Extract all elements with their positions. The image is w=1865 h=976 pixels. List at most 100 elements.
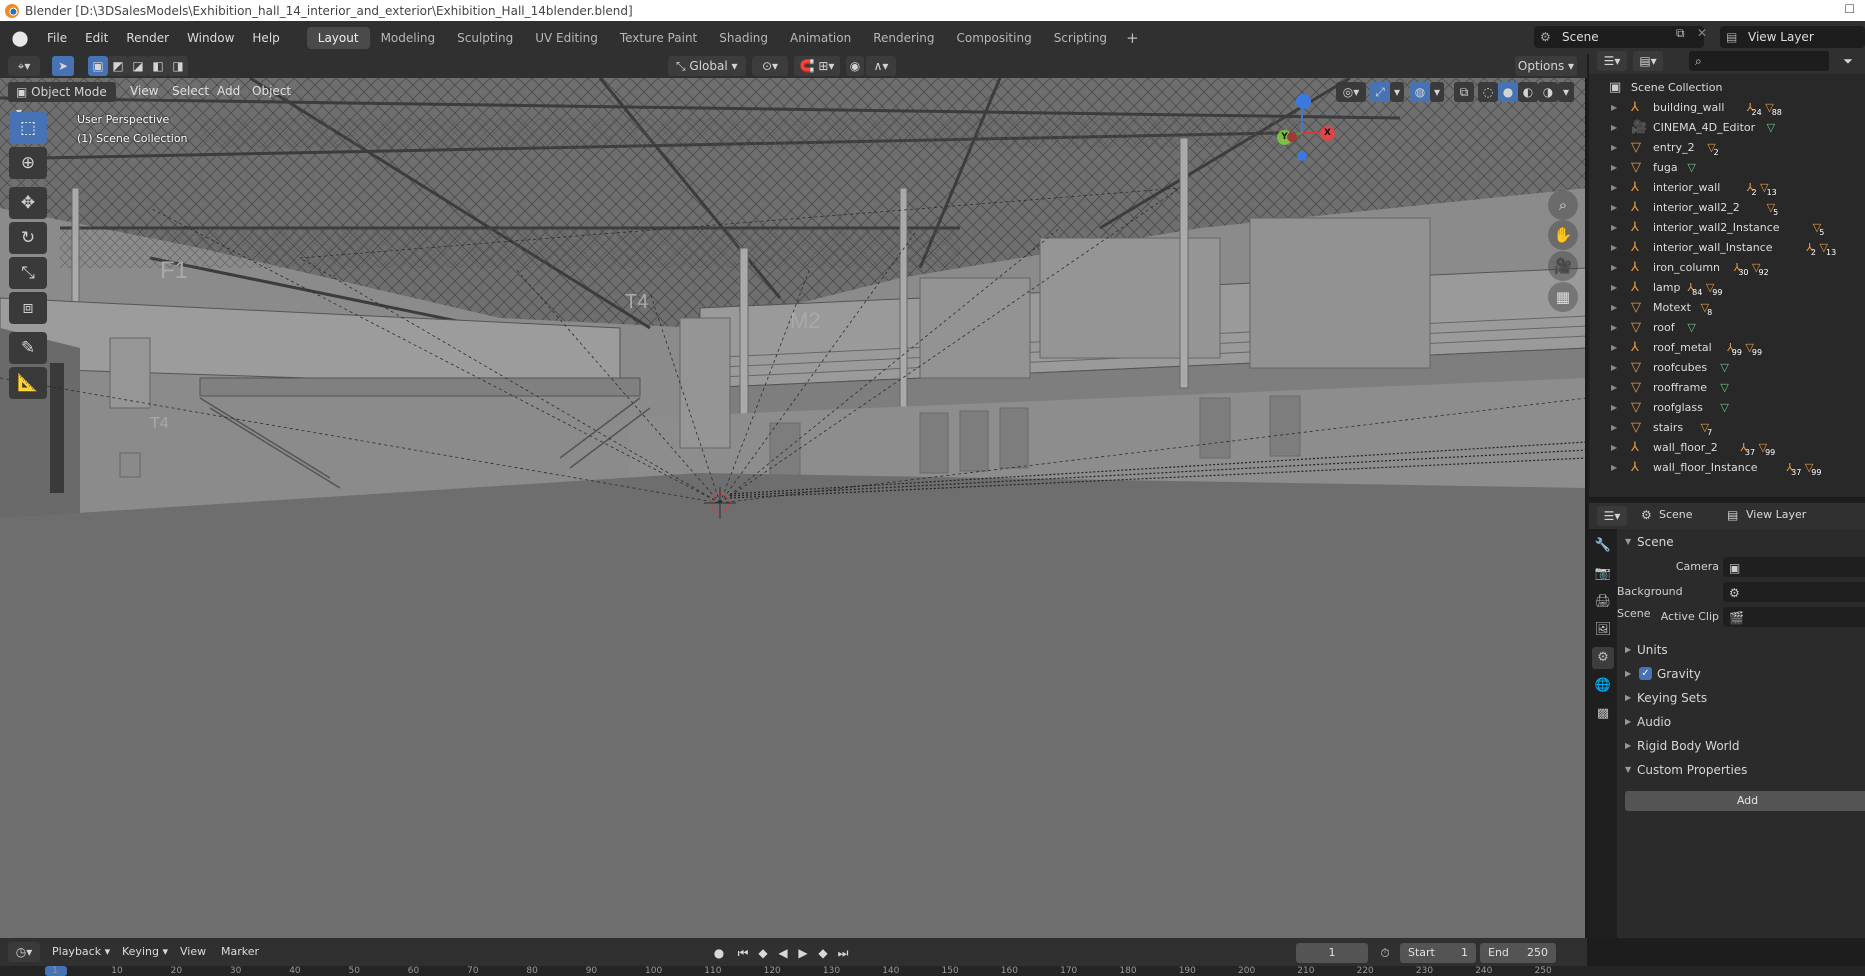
editor-type-icon[interactable]: ⌖▾ [8,56,40,76]
expand-arrow-icon[interactable]: ▶ [1611,198,1617,218]
outliner-item[interactable]: ▶ ⅄ wall_floor_Instance ⅄37 ▽99 [1589,458,1865,478]
outliner-item[interactable]: ▶ ⅄ interior_wall2_2 ▽5 [1589,198,1865,218]
expand-arrow-icon[interactable]: ▶ [1611,178,1617,198]
ortho-grid-icon[interactable]: ▦ [1548,282,1578,312]
camera-view-icon[interactable]: 🎥 [1548,251,1578,281]
scene-props-icon[interactable]: ⚙ [1592,647,1614,669]
custom-properties-section[interactable]: ▼ Custom Properties [1617,759,1865,781]
wireframe-shading-icon[interactable]: ◌ [1478,82,1498,102]
select-box-icon[interactable]: ⬚ [9,112,47,144]
filter-icon[interactable]: ⏷ [1837,51,1859,71]
transform-tool-icon[interactable]: ⧈ [9,292,47,324]
expand-arrow-icon[interactable]: ▶ [1611,98,1617,118]
outliner-item[interactable]: ▶ ⅄ iron_column ⅄30 ▽92 [1589,258,1865,278]
child-badges[interactable]: ▽5 [1767,198,1779,219]
child-badges[interactable]: ⅄37 ▽99 [1786,458,1821,479]
expand-arrow-icon[interactable]: ▶ [1611,138,1617,158]
gizmo-z-icon[interactable] [1296,94,1311,109]
tab-texture-paint[interactable]: Texture Paint [609,27,708,49]
rotate-tool-icon[interactable]: ↻ [9,222,47,254]
outliner-item[interactable]: ▶ ▽ Motext ▽8 [1589,298,1865,318]
record-icon[interactable]: ● [710,944,728,962]
expand-arrow-icon[interactable]: ▶ [1611,458,1617,478]
child-badges[interactable]: ▽7 [1701,418,1713,439]
viewport-menu-view[interactable]: View [130,82,158,100]
measure-tool-icon[interactable]: 📐 [9,367,47,399]
current-frame-field[interactable]: 1 [1296,943,1368,963]
outliner-root[interactable]: ▣ Scene Collection [1589,78,1865,98]
stopwatch-icon[interactable]: ⏱ [1376,944,1394,962]
select-mode-subtract-icon[interactable]: ◪ [128,56,148,76]
expand-arrow-icon[interactable]: ▶ [1611,318,1617,338]
zoom-icon[interactable]: ⌕ [1548,190,1578,220]
output-props-icon[interactable]: 🖨 [1592,591,1614,613]
outliner-item[interactable]: ▶ ⅄ lamp ⅄84 ▽99 [1589,278,1865,298]
tab-layout[interactable]: Layout [306,26,370,49]
display-mode-icon[interactable]: ▤▾ [1633,51,1663,71]
outliner-item[interactable]: ▶ ▽ roof ▽ [1589,318,1865,338]
viewport-menu-add[interactable]: Add [217,82,240,100]
play-reverse-icon[interactable]: ◀ [774,944,792,962]
tab-compositing[interactable]: Compositing [945,27,1042,49]
menu-file[interactable]: File [38,27,76,49]
expand-arrow-icon[interactable]: ▶ [1611,398,1617,418]
solid-shading-icon[interactable]: ● [1498,82,1518,102]
add-property-button[interactable]: Add [1625,791,1865,811]
keying-sets-section[interactable]: ▶ Keying Sets [1617,687,1865,709]
start-frame-field[interactable]: Start 1 [1400,943,1476,963]
outliner-item[interactable]: ▶ ⅄ wall_floor_2 ⅄37 ▽99 [1589,438,1865,458]
material-shading-icon[interactable]: ◐ [1518,82,1538,102]
timeline-menu-view[interactable]: View [180,944,206,960]
child-badges[interactable]: ⅄37 ▽99 [1740,438,1775,459]
3d-viewport[interactable]: F1 T4 T4 M2 X Y [0,78,1587,938]
outliner-item[interactable]: ▶ ▽ fuga ▽ [1589,158,1865,178]
expand-arrow-icon[interactable]: ▶ [1611,378,1617,398]
outliner-item[interactable]: ▶ ⅄ building_wall ⅄24 ▽88 [1589,98,1865,118]
expand-arrow-icon[interactable]: ▶ [1611,278,1617,298]
cursor-tool-icon[interactable]: ⊕ [9,147,47,179]
child-badges[interactable]: ▽2 [1707,138,1719,159]
expand-arrow-icon[interactable]: ▶ [1611,438,1617,458]
expand-arrow-icon[interactable]: ▶ [1611,118,1617,138]
visibility-icon[interactable]: ◎▾ [1336,82,1366,102]
child-badges[interactable]: ⅄24 ▽88 [1747,98,1782,119]
child-badges[interactable]: ▽ [1687,158,1695,178]
texture-props-icon[interactable]: ▩ [1592,703,1614,725]
tab-shading[interactable]: Shading [708,27,779,49]
gizmo-neg-x-icon[interactable] [1287,132,1297,142]
timeline-editor-type-icon[interactable]: ◷▾ [8,942,40,962]
outliner-item[interactable]: ▶ ▽ stairs ▽7 [1589,418,1865,438]
select-mode-new-icon[interactable]: ▣ [88,56,108,76]
tab-animation[interactable]: Animation [779,27,862,49]
outliner-item[interactable]: ▶ ⅄ roof_metal ⅄99 ▽99 [1589,338,1865,358]
menu-render[interactable]: Render [117,27,178,49]
timeline-ruler[interactable]: 1 10 20 30 40 50 60 70 80 90 100 110 120 130 140 150 160… [0,966,1865,976]
menu-window[interactable]: Window [178,27,243,49]
child-badges[interactable]: ▽5 [1813,218,1825,239]
child-badges[interactable]: ▽8 [1701,298,1713,319]
outliner-item[interactable]: ▶ ▽ roofframe ▽ [1589,378,1865,398]
child-badges[interactable]: ▽ [1720,358,1728,378]
child-badges[interactable]: ⅄2 ▽13 [1747,178,1777,199]
child-badges[interactable]: ▽ [1767,118,1775,138]
mode-dropdown[interactable]: ▣ Object Mode ▾ [8,82,116,119]
child-badges[interactable]: ⅄84 ▽99 [1687,278,1722,299]
snapping-icon[interactable]: 🧲 ⊞▾ [794,56,840,76]
child-badges[interactable]: ▽ [1720,398,1728,418]
background-scene-field[interactable]: ⚙ [1723,582,1865,602]
options-dropdown[interactable]: Options ▾ [1515,56,1577,76]
outliner-item[interactable]: ▶ 🎥 CINEMA_4D_Editor ▽ [1589,118,1865,138]
props-scene-label[interactable]: Scene [1659,508,1693,521]
timeline-menu-keying[interactable]: Keying ▾ [122,944,168,960]
pivot-point-icon[interactable]: ⊙▾ [752,56,788,76]
active-clip-field[interactable]: 🎬 [1723,607,1865,627]
properties-editor-type-icon[interactable]: ☰▾ [1597,506,1627,526]
render-props-icon[interactable]: 📷 [1592,563,1614,585]
select-mode-extend-icon[interactable]: ◩ [108,56,128,76]
outliner-item[interactable]: ▶ ⅄ interior_wall2_Instance ▽5 [1589,218,1865,238]
shading-dropdown-icon[interactable]: ▾ [1558,82,1574,102]
view-layer-props-icon[interactable]: 🖼 [1592,619,1614,641]
outliner[interactable]: ▣ Scene Collection ▶ ⅄ building_wall ⅄24 ▽8… [1589,74,1865,497]
timeline-menu-marker[interactable]: Marker [221,944,259,960]
overlay-toggle-icon[interactable]: ◍ [1410,82,1430,102]
